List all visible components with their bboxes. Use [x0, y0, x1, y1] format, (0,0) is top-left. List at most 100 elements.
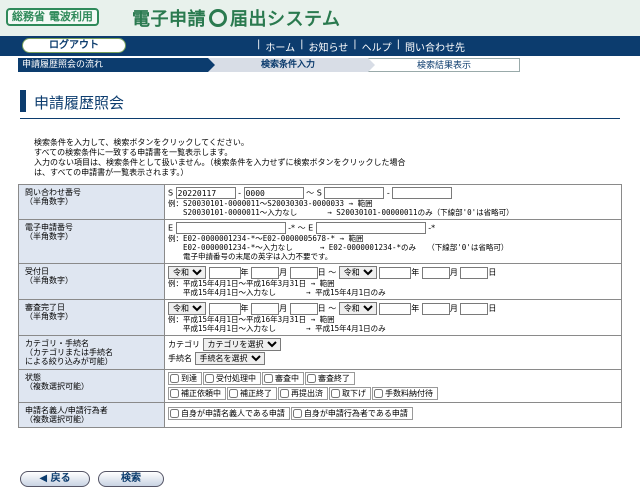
field-received-date: 令和 年 月 日 ～ 令和 年 月 日 例：平成15年4月1日～平成16年3月3… — [164, 263, 622, 300]
completed-from-day-input[interactable] — [289, 302, 318, 315]
unit-day: 日 — [317, 268, 326, 277]
completed-to-era-select[interactable]: 令和 — [338, 302, 377, 315]
received-from-day-input[interactable] — [289, 266, 318, 279]
status-checkbox[interactable]: 手数料納付待 — [372, 387, 438, 400]
checkbox[interactable] — [374, 389, 383, 398]
system-logo: 電子申請 届出システム — [132, 5, 340, 31]
status-option-label: 再提出済 — [291, 389, 323, 398]
completed-from-era-select[interactable]: 令和 — [168, 302, 206, 315]
received-example-2: 平成15年4月1日～入力なし → 平成15年4月1日のみ — [168, 288, 386, 297]
received-from-era-select[interactable]: 令和 — [168, 266, 206, 279]
label-applicant: 申請名義人/申請行為者 （複数選択可能） — [18, 402, 165, 428]
checkbox[interactable] — [170, 409, 179, 418]
nav-separator: | — [353, 39, 357, 50]
label-text: カテゴリ・手続名 — [25, 339, 89, 348]
prefix-e: E — [308, 223, 314, 233]
checkbox[interactable] — [292, 409, 302, 418]
field-completed-date: 令和 年 月 日 ～ 令和 年 月 日 例：平成15年4月1日～平成16年3月3… — [164, 299, 622, 336]
unit-month: 月 — [449, 304, 458, 313]
row-applicant: 申請名義人/申請行為者 （複数選択可能） 自身が申請名義人である申請 自身が申請行… — [18, 402, 622, 428]
status-checkbox[interactable]: 受付処理中 — [203, 372, 261, 385]
received-to-month-input[interactable] — [421, 266, 450, 279]
instruction-line: すべての検索条件に一致する申請書を一覧表示します。 — [34, 148, 233, 157]
search-button[interactable]: 検索 — [98, 471, 164, 487]
app-number-example-2: E02-0000001234-*～入力なし → E02-0000001234-*… — [168, 243, 509, 252]
received-from-year-input[interactable] — [208, 266, 241, 279]
inquiry-from-seq-input[interactable] — [243, 187, 304, 199]
nav-help-link[interactable]: ヘルプ — [362, 39, 392, 54]
completed-from-month-input[interactable] — [251, 302, 280, 315]
dash: - — [238, 188, 242, 198]
checkbox[interactable] — [331, 389, 340, 398]
nav-separator: | — [257, 39, 261, 50]
inquiry-to-date-input[interactable] — [324, 187, 385, 199]
completed-to-year-input[interactable] — [379, 302, 412, 315]
label-category: カテゴリ・手続名 （カテゴリまたは手続名 による絞り込みが可能） — [18, 335, 165, 370]
unit-year: 年 — [411, 304, 420, 313]
procedure-select[interactable]: 手続名を選択 — [194, 352, 265, 365]
label-note: による絞り込みが可能） — [25, 357, 113, 366]
received-from-month-input[interactable] — [251, 266, 280, 279]
inquiry-from-date-input[interactable] — [175, 187, 236, 199]
row-received-date: 受付日 （半角数字） 令和 年 月 日 ～ 令和 年 月 日 例：平成15年4月… — [18, 263, 622, 300]
title-accent-bar — [20, 90, 26, 112]
status-checkbox[interactable]: 審査終了 — [305, 372, 355, 385]
label-note: （複数選択可能） — [25, 415, 89, 424]
completed-to-day-input[interactable] — [460, 302, 489, 315]
instructions: 検索条件を入力して、検索ボタンをクリックしてください。 すべての検索条件に一致す… — [34, 138, 614, 178]
status-checkbox[interactable]: 補正依頼中 — [168, 387, 226, 400]
label-text: 状態 — [25, 373, 41, 382]
step-indicator: 申請履歴照会の流れ 検索条件入力 検索結果表示 — [18, 58, 520, 72]
range-tilde: ～ — [297, 223, 306, 233]
label-text: 審査完了日 — [25, 303, 65, 312]
status-checkbox[interactable]: 再提出済 — [278, 387, 328, 400]
nav-contact-link[interactable]: 問い合わせ先 — [405, 39, 465, 54]
unit-month: 月 — [279, 268, 288, 277]
completed-from-year-input[interactable] — [208, 302, 241, 315]
label-text: 電子申請番号 — [25, 223, 73, 232]
status-option-label: 補正終了 — [240, 389, 272, 398]
label-text: 受付日 — [25, 267, 49, 276]
checkbox[interactable] — [205, 374, 214, 383]
category-select[interactable]: カテゴリを選択 — [202, 338, 281, 351]
applicant-checkbox[interactable]: 自身が申請名義人である申請 — [168, 407, 290, 420]
back-button[interactable]: ◀ 戻る — [20, 471, 90, 487]
unit-day: 日 — [317, 304, 326, 313]
completed-example-2: 平成15年4月1日～入力なし → 平成15年4月1日のみ — [168, 324, 386, 333]
app-number-from-input[interactable] — [175, 222, 286, 234]
unit-month: 月 — [279, 304, 288, 313]
prefix-s: S — [168, 188, 174, 198]
received-to-era-select[interactable]: 令和 — [338, 266, 377, 279]
nav-news-link[interactable]: お知らせ — [308, 39, 348, 54]
received-to-day-input[interactable] — [460, 266, 489, 279]
checkbox[interactable] — [170, 389, 179, 398]
completed-to-month-input[interactable] — [421, 302, 450, 315]
status-checkbox[interactable]: 取下げ — [329, 387, 371, 400]
status-option-label: 取下げ — [342, 389, 366, 398]
checkbox[interactable] — [280, 389, 289, 398]
row-app-number: 電子申請番号 （半角数字） E -* ～ E -* 例：E02-00000012… — [18, 219, 622, 264]
label-inquiry-number: 問い合わせ番号 （半角数字） — [18, 184, 165, 220]
status-checkbox[interactable]: 到達 — [168, 372, 202, 385]
status-checkbox[interactable]: 審査中 — [262, 372, 304, 385]
checkbox[interactable] — [229, 389, 238, 398]
step-search-input: 検索条件入力 — [208, 58, 368, 72]
logout-button[interactable]: ログアウト — [22, 38, 126, 53]
received-to-year-input[interactable] — [379, 266, 412, 279]
checkbox[interactable] — [170, 374, 179, 383]
status-option-label: 審査中 — [275, 374, 299, 383]
status-checkbox[interactable]: 補正終了 — [227, 387, 277, 400]
field-status: 到達 受付処理中 審査中 審査終了 補正依頼中 補正終了 再提出済 取下げ 手数料納付待 — [164, 369, 622, 403]
logo-title-a: 電子申請 — [132, 9, 206, 30]
unit-year: 年 — [240, 304, 249, 313]
nav-home-link[interactable]: ホーム — [265, 39, 295, 54]
inquiry-to-seq-input[interactable] — [392, 187, 453, 199]
checkbox[interactable] — [307, 374, 316, 383]
checkbox[interactable] — [264, 374, 273, 383]
applicant-checkbox[interactable]: 自身が申請行為者である申請 — [290, 407, 413, 420]
completed-example-1: 例：平成15年4月1日～平成16年3月31日 → 範囲 — [168, 315, 335, 324]
field-applicant: 自身が申請名義人である申請 自身が申請行為者である申請 — [164, 402, 622, 428]
prefix-e: E — [168, 223, 174, 233]
app-number-to-input[interactable] — [315, 222, 426, 234]
label-text: 申請名義人/申請行為者 — [25, 406, 108, 415]
